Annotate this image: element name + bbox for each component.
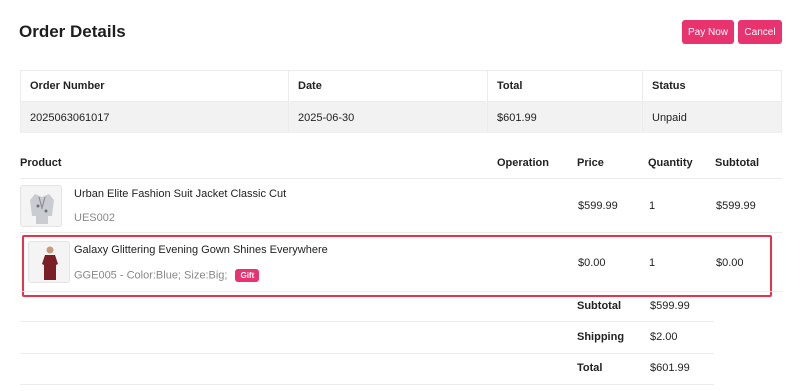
divider xyxy=(20,291,782,292)
date-value: 2025-06-30 xyxy=(298,111,355,124)
header-price: Price xyxy=(577,157,604,169)
gift-badge: Gift xyxy=(235,269,260,282)
header-operation: Operation xyxy=(497,157,549,169)
item-quantity: 1 xyxy=(649,200,656,212)
cancel-button[interactable]: Cancel xyxy=(738,20,782,44)
product-sku-line: GGE005 - Color:Blue; Size:Big; Gift xyxy=(74,269,260,282)
summary-header-row: Order Number Date Total Status xyxy=(21,71,781,102)
product-name[interactable]: Urban Elite Fashion Suit Jacket Classic … xyxy=(74,188,286,200)
divider xyxy=(20,384,714,385)
product-sku: GGE005 - Color:Blue; Size:Big; xyxy=(74,269,228,282)
page-title: Order Details xyxy=(19,22,126,41)
divider xyxy=(20,178,782,179)
total-label: Total xyxy=(577,362,603,374)
header-quantity: Quantity xyxy=(648,157,693,169)
header-order-number: Order Number xyxy=(30,80,105,92)
divider xyxy=(20,321,714,322)
column-divider xyxy=(487,71,488,132)
total-value: $601.99 xyxy=(497,111,537,124)
item-price: $0.00 xyxy=(578,257,606,269)
header-product: Product xyxy=(20,157,62,169)
summary-value-row: 2025063061017 2025-06-30 $601.99 Unpaid xyxy=(21,102,781,133)
header-subtotal: Subtotal xyxy=(715,157,759,169)
divider xyxy=(20,353,714,354)
order-number-value: 2025063061017 xyxy=(30,111,110,124)
status-value: Unpaid xyxy=(652,111,687,124)
column-divider xyxy=(288,71,289,132)
column-divider xyxy=(642,71,643,132)
item-price: $599.99 xyxy=(578,200,618,212)
jacket-image[interactable] xyxy=(20,185,62,227)
header-date: Date xyxy=(298,80,322,92)
gown-image[interactable] xyxy=(28,241,70,283)
subtotal-amount: $599.99 xyxy=(650,300,690,312)
subtotal-label: Subtotal xyxy=(577,300,621,312)
item-quantity: 1 xyxy=(649,257,656,269)
total-amount: $601.99 xyxy=(650,362,690,374)
item-subtotal: $0.00 xyxy=(716,257,744,269)
pay-now-button[interactable]: Pay Now xyxy=(682,20,734,44)
header-total: Total xyxy=(497,80,523,92)
product-name[interactable]: Galaxy Glittering Evening Gown Shines Ev… xyxy=(74,244,328,256)
header-status: Status xyxy=(652,80,686,92)
divider xyxy=(20,232,782,233)
shipping-amount: $2.00 xyxy=(650,331,678,343)
shipping-label: Shipping xyxy=(577,331,625,343)
product-sku: UES002 xyxy=(74,212,115,224)
order-summary-table: Order Number Date Total Status 202506306… xyxy=(20,70,782,133)
item-subtotal: $599.99 xyxy=(716,200,756,212)
